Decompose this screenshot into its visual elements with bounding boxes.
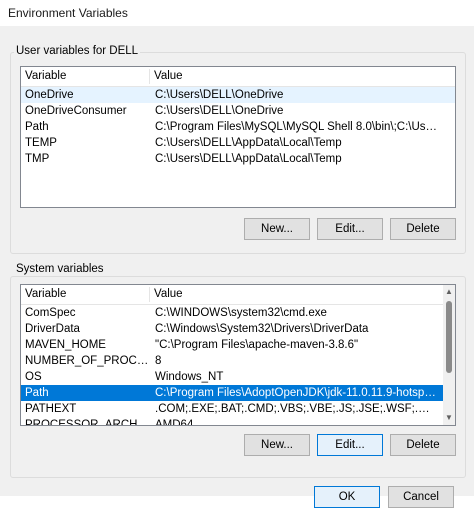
- list-item[interactable]: OneDriveConsumer C:\Users\DELL\OneDrive: [21, 103, 455, 119]
- variable-name: OS: [25, 371, 42, 383]
- variable-value: C:\Program Files\AdoptOpenJDK\jdk-11.0.1…: [155, 387, 438, 399]
- variable-name: Path: [25, 121, 49, 133]
- list-item[interactable]: TMP C:\Users\DELL\AppData\Local\Temp: [21, 151, 455, 167]
- system-list-header: Variable Value: [21, 285, 455, 305]
- user-delete-button[interactable]: Delete: [390, 218, 456, 240]
- variable-name: Path: [25, 387, 49, 399]
- variable-name: MAVEN_HOME: [25, 339, 106, 351]
- column-header-variable[interactable]: Variable: [21, 69, 150, 84]
- user-new-button[interactable]: New...: [244, 218, 310, 240]
- variable-name: ComSpec: [25, 307, 76, 319]
- variable-value: C:\Users\DELL\OneDrive: [155, 89, 284, 101]
- column-header-variable[interactable]: Variable: [21, 287, 150, 302]
- variable-value: 8: [155, 355, 162, 367]
- list-item-selected[interactable]: Path C:\Program Files\AdoptOpenJDK\jdk-1…: [21, 385, 455, 401]
- vertical-scrollbar[interactable]: ▲ ▼: [443, 285, 455, 425]
- user-list-header: Variable Value: [21, 67, 455, 87]
- variable-value: Windows_NT: [155, 371, 224, 383]
- list-item[interactable]: ComSpec C:\WINDOWS\system32\cmd.exe: [21, 305, 455, 321]
- scroll-down-icon[interactable]: ▼: [443, 412, 455, 424]
- variable-value: C:\Users\DELL\OneDrive: [155, 105, 284, 117]
- list-item[interactable]: MAVEN_HOME "C:\Program Files\apache-mave…: [21, 337, 455, 353]
- window-title: Environment Variables: [8, 6, 128, 20]
- list-item[interactable]: Path C:\Program Files\MySQL\MySQL Shell …: [21, 119, 455, 135]
- list-item[interactable]: OneDrive C:\Users\DELL\OneDrive: [21, 87, 455, 103]
- variable-value: .COM;.EXE;.BAT;.CMD;.VBS;.VBE;.JS;.JSE;.…: [155, 403, 438, 415]
- column-header-value[interactable]: Value: [150, 69, 454, 84]
- list-item[interactable]: NUMBER_OF_PROCESSORS 8: [21, 353, 455, 369]
- system-delete-button[interactable]: Delete: [390, 434, 456, 456]
- scroll-up-icon[interactable]: ▲: [443, 286, 455, 298]
- variable-value: C:\Windows\System32\Drivers\DriverData: [155, 323, 369, 335]
- ok-button[interactable]: OK: [314, 486, 380, 508]
- cancel-button[interactable]: Cancel: [388, 486, 454, 508]
- column-header-value[interactable]: Value: [150, 287, 454, 302]
- user-edit-button[interactable]: Edit...: [317, 218, 383, 240]
- variable-value: C:\Program Files\MySQL\MySQL Shell 8.0\b…: [155, 121, 438, 133]
- system-variables-list[interactable]: Variable Value ComSpec C:\WINDOWS\system…: [20, 284, 456, 426]
- title-bar: Environment Variables: [0, 0, 474, 26]
- dialog-client-area: User variables for DELL Variable Value O…: [0, 26, 474, 508]
- list-item[interactable]: PATHEXT .COM;.EXE;.BAT;.CMD;.VBS;.VBE;.J…: [21, 401, 455, 417]
- variable-name: PATHEXT: [25, 403, 77, 415]
- system-edit-button[interactable]: Edit...: [317, 434, 383, 456]
- variable-name: DriverData: [25, 323, 80, 335]
- variable-name: PROCESSOR_ARCHITECTURE: [25, 419, 150, 426]
- system-new-button[interactable]: New...: [244, 434, 310, 456]
- variable-name: NUMBER_OF_PROCESSORS: [25, 355, 150, 367]
- user-variables-label: User variables for DELL: [14, 45, 141, 57]
- list-item[interactable]: OS Windows_NT: [21, 369, 455, 385]
- variable-name: TMP: [25, 153, 50, 165]
- variable-value: C:\WINDOWS\system32\cmd.exe: [155, 307, 327, 319]
- scroll-thumb[interactable]: [446, 301, 452, 373]
- variable-value: C:\Users\DELL\AppData\Local\Temp: [155, 137, 342, 149]
- list-item[interactable]: DriverData C:\Windows\System32\Drivers\D…: [21, 321, 455, 337]
- user-variables-list[interactable]: Variable Value OneDrive C:\Users\DELL\On…: [20, 66, 456, 208]
- system-variables-label: System variables: [14, 263, 106, 275]
- variable-value: AMD64: [155, 419, 194, 426]
- variable-name: OneDrive: [25, 89, 74, 101]
- variable-name: OneDriveConsumer: [25, 105, 127, 117]
- list-item[interactable]: TEMP C:\Users\DELL\AppData\Local\Temp: [21, 135, 455, 151]
- list-item[interactable]: PROCESSOR_ARCHITECTURE AMD64: [21, 417, 455, 426]
- variable-name: TEMP: [25, 137, 57, 149]
- variable-value: "C:\Program Files\apache-maven-3.8.6": [155, 339, 359, 351]
- variable-value: C:\Users\DELL\AppData\Local\Temp: [155, 153, 342, 165]
